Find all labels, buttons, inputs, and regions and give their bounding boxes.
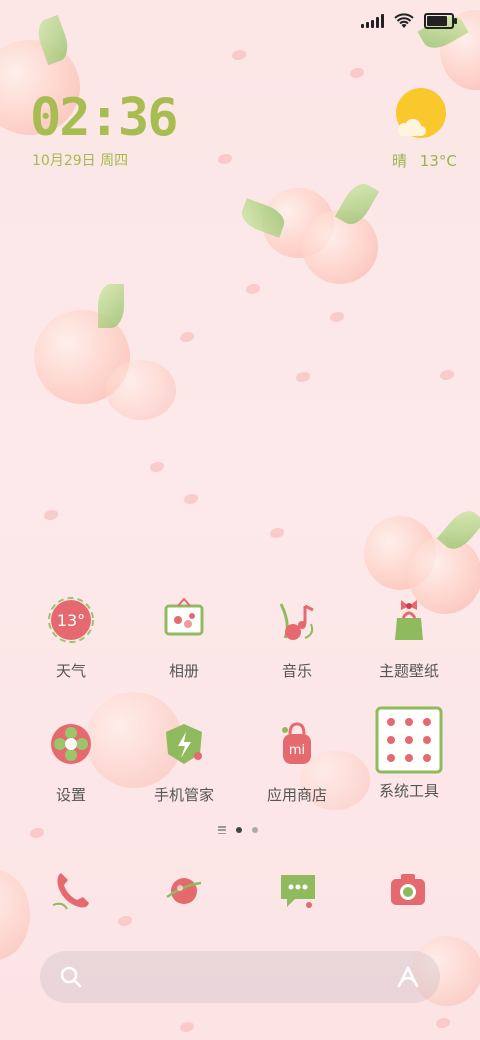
- app-gallery[interactable]: 相册: [129, 588, 239, 681]
- security-icon: [166, 724, 202, 764]
- app-settings[interactable]: 设置: [16, 712, 126, 805]
- app-label: 设置: [55, 786, 86, 804]
- page-dot-current[interactable]: [236, 827, 242, 833]
- messages-icon: [281, 875, 315, 908]
- app-label: 天气: [55, 662, 86, 680]
- app-store-icon: mi: [282, 722, 311, 764]
- settings-icon: [51, 724, 91, 764]
- app-label: 系统工具: [378, 782, 439, 800]
- weather-condition: 晴: [392, 152, 408, 170]
- app-label: 手机管家: [153, 786, 214, 804]
- app-store-badge: mi: [289, 743, 305, 758]
- weather-icon: 13°: [48, 597, 94, 643]
- app-themes[interactable]: 主题壁纸: [354, 588, 464, 681]
- assistant-icon[interactable]: [396, 965, 420, 989]
- app-store[interactable]: mi 应用商店: [242, 712, 352, 805]
- page-indicator[interactable]: [218, 826, 258, 834]
- wifi-icon: [394, 13, 414, 28]
- system-tools-folder-icon: [375, 706, 443, 774]
- dock-phone[interactable]: [40, 862, 104, 918]
- app-label: 应用商店: [266, 786, 327, 804]
- dock-camera[interactable]: [376, 862, 440, 918]
- folder-system-tools[interactable]: 系统工具: [354, 704, 464, 801]
- phone-icon: [52, 873, 89, 910]
- dock-messages[interactable]: [266, 862, 330, 918]
- weather-badge: 13°: [57, 611, 85, 630]
- gallery-icon: [164, 597, 204, 636]
- search-bar[interactable]: [40, 951, 440, 1003]
- app-weather[interactable]: 13° 天气: [16, 588, 126, 681]
- camera-icon: [391, 874, 425, 905]
- browser-icon: [166, 878, 202, 904]
- app-label: 主题壁纸: [378, 662, 439, 680]
- sunny-cloud-icon[interactable]: [392, 88, 446, 142]
- page-dot[interactable]: [252, 827, 258, 833]
- app-music[interactable]: 音乐: [242, 588, 352, 681]
- app-security[interactable]: 手机管家: [129, 712, 239, 805]
- search-icon: [60, 966, 82, 988]
- menu-lines-icon: [218, 826, 226, 834]
- battery-icon: [424, 13, 457, 29]
- status-bar: [361, 10, 457, 32]
- themes-icon: [395, 600, 423, 640]
- app-label: 相册: [168, 662, 199, 680]
- signal-icon: [361, 14, 384, 28]
- app-label: 音乐: [281, 662, 312, 680]
- clock-time[interactable]: 02:36: [30, 86, 179, 150]
- dock-browser[interactable]: [152, 862, 216, 918]
- weather-summary[interactable]: 晴 13°C: [392, 150, 457, 171]
- music-icon: [279, 603, 314, 640]
- clock-date[interactable]: 10月29日 周四: [32, 150, 128, 170]
- weather-temperature: 13°C: [419, 152, 457, 170]
